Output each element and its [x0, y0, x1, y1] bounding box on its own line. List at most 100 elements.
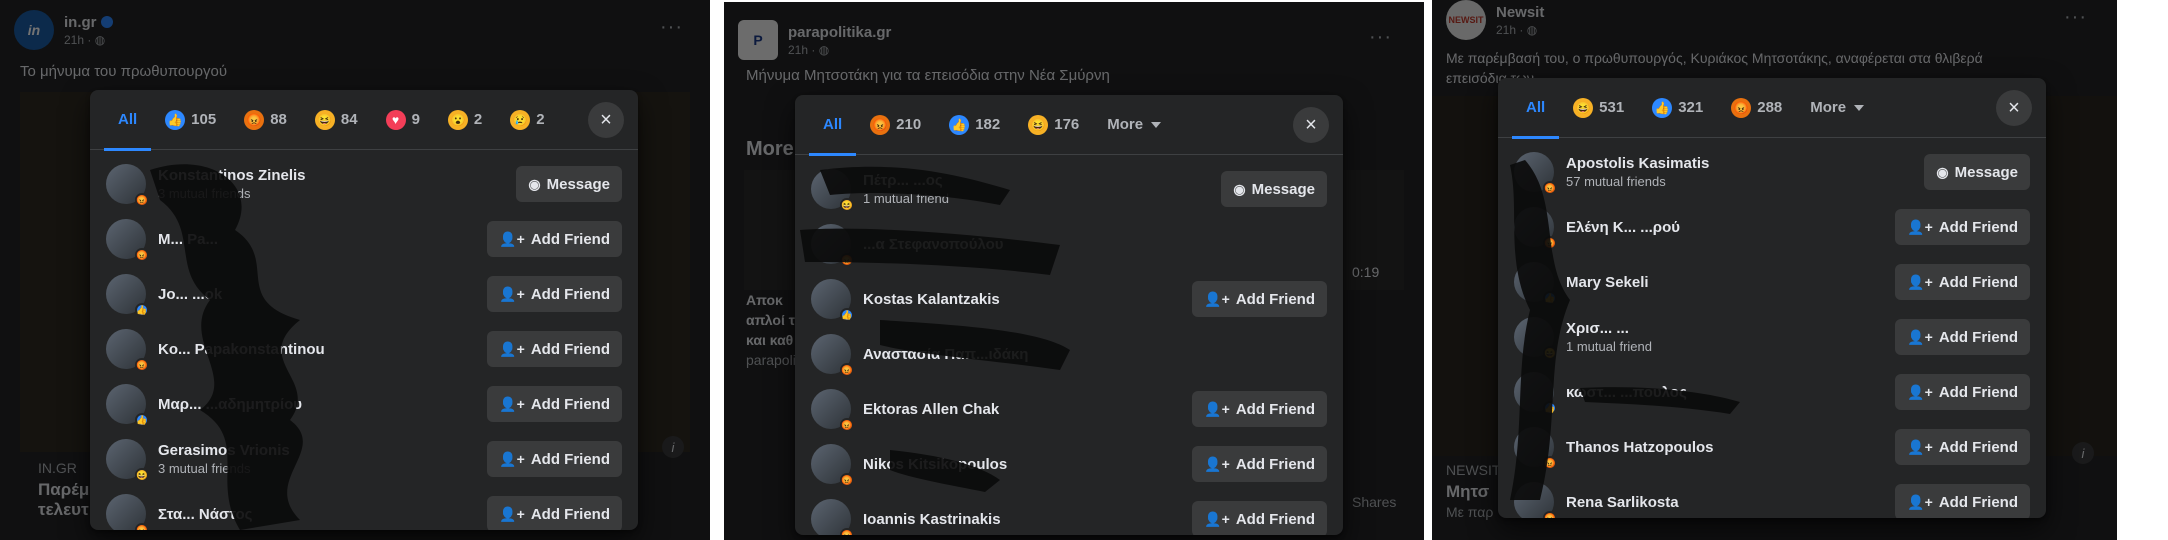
avatar[interactable]: 😡	[106, 164, 149, 207]
add-friend-button[interactable]: 👤+ Add Friend	[487, 496, 622, 530]
page-name[interactable]: parapolitika.gr	[788, 24, 891, 41]
person-name[interactable]: Mary Sekeli	[1566, 274, 1895, 291]
add-friend-button[interactable]: 👤+ Add Friend	[1192, 446, 1327, 482]
person-name[interactable]: Μαρ... ...αδημητρίου	[158, 396, 487, 413]
avatar[interactable]: 😆	[1514, 317, 1557, 360]
tab-all[interactable]: All	[809, 95, 857, 156]
add-friend-button[interactable]: 👤+ Add Friend	[1192, 391, 1327, 427]
person-name[interactable]: Jo... ...ok	[158, 286, 487, 303]
tab-sad[interactable]: 😢 2	[496, 90, 558, 150]
mutual-friends[interactable]: 1 mutual friend	[863, 191, 1221, 206]
avatar[interactable]: 😡	[811, 389, 854, 432]
avatar[interactable]: 😡	[106, 219, 149, 262]
related-text-1[interactable]: Αποκ	[746, 292, 783, 308]
tab-all[interactable]: All	[1512, 78, 1560, 139]
person-name[interactable]: Αναστασία Παπ...ιδάκη	[863, 346, 1327, 363]
tab-wow[interactable]: 😮 2	[434, 90, 496, 150]
tab-haha[interactable]: 😆 176	[1014, 95, 1093, 155]
avatar[interactable]: 😡	[811, 224, 854, 267]
message-button[interactable]: ◉ Message	[1924, 154, 2030, 190]
person-name[interactable]: Apostolis Kasimatis	[1566, 155, 1924, 172]
mutual-friends[interactable]: 3 mutual friends	[158, 461, 487, 476]
post-time[interactable]: 21h ·	[788, 43, 819, 57]
avatar[interactable]: 👍	[106, 274, 149, 317]
avatar[interactable]: 👍	[1514, 262, 1557, 305]
person-name[interactable]: Στα... Νάστος	[158, 506, 487, 523]
avatar[interactable]: 😡	[1514, 207, 1557, 250]
tab-like[interactable]: 👍 321	[1638, 78, 1717, 138]
post-time[interactable]: 21h ·	[64, 33, 95, 47]
close-icon[interactable]: ×	[1293, 107, 1329, 143]
person-name[interactable]: ...α Στεφανοπούλου	[863, 236, 1327, 253]
tab-angry[interactable]: 😡 210	[856, 95, 935, 155]
mutual-friends[interactable]: 3 mutual friends	[158, 186, 516, 201]
mutual-friends[interactable]: 1 mutual friend	[1566, 339, 1895, 354]
message-button[interactable]: ◉ Message	[1221, 171, 1327, 207]
info-icon[interactable]: i	[2072, 442, 2094, 464]
avatar[interactable]: 😡	[811, 334, 854, 377]
avatar[interactable]: 😡	[1514, 482, 1557, 518]
add-friend-button[interactable]: 👤+ Add Friend	[1895, 374, 2030, 410]
close-icon[interactable]: ×	[1996, 90, 2032, 126]
avatar[interactable]: 👍	[811, 279, 854, 322]
person-name[interactable]: Kostas Kalantzakis	[863, 291, 1192, 308]
add-friend-button[interactable]: 👤+ Add Friend	[487, 386, 622, 422]
person-name[interactable]: Ektoras Allen Chak	[863, 401, 1192, 418]
page-name[interactable]: Newsit	[1496, 4, 1544, 21]
tab-like[interactable]: 👍 182	[935, 95, 1014, 155]
tab-angry[interactable]: 😡 288	[1717, 78, 1796, 138]
avatar[interactable]: 👍	[1514, 372, 1557, 415]
person-name[interactable]: Ioannis Kastrinakis	[863, 511, 1192, 528]
link-title-line-2[interactable]: τελευτ	[38, 500, 89, 520]
link-title[interactable]: Μητσ	[1446, 482, 1489, 502]
shares-count[interactable]: Shares	[1352, 494, 1396, 510]
tab-all[interactable]: All	[104, 90, 152, 151]
tab-haha[interactable]: 😆 531	[1559, 78, 1638, 138]
add-friend-button[interactable]: 👤+ Add Friend	[487, 221, 622, 257]
avatar[interactable]: 😆	[106, 439, 149, 482]
tab-angry[interactable]: 😡 88	[230, 90, 301, 150]
tab-more-dropdown[interactable]: More	[1796, 78, 1878, 138]
tab-more-dropdown[interactable]: More	[1093, 95, 1175, 155]
page-logo[interactable]: NEWSIT	[1446, 0, 1486, 40]
avatar[interactable]: 😡	[1514, 427, 1557, 470]
person-name[interactable]: Rena Sarlikosta	[1566, 494, 1895, 511]
link-title-line-1[interactable]: Παρέμ	[38, 480, 89, 500]
page-logo[interactable]: P	[738, 20, 778, 60]
add-friend-button[interactable]: 👤+ Add Friend	[487, 331, 622, 367]
close-icon[interactable]: ×	[588, 102, 624, 138]
add-friend-button[interactable]: 👤+ Add Friend	[1895, 319, 2030, 355]
page-logo[interactable]: in	[14, 10, 54, 50]
add-friend-button[interactable]: 👤+ Add Friend	[1192, 501, 1327, 535]
avatar[interactable]: 😆	[811, 169, 854, 212]
person-name[interactable]: M... Pa...	[158, 231, 487, 248]
add-friend-button[interactable]: 👤+ Add Friend	[487, 441, 622, 477]
person-name[interactable]: Gerasimos Vrionis	[158, 442, 487, 459]
person-name[interactable]: Πέτρ... ...ος	[863, 172, 1221, 189]
person-name[interactable]: Χρισ... ...	[1566, 320, 1895, 337]
person-name[interactable]: Nikos Kitsikopoulos	[863, 456, 1192, 473]
tab-love[interactable]: ♥ 9	[372, 90, 434, 150]
add-friend-button[interactable]: 👤+ Add Friend	[487, 276, 622, 312]
tab-like[interactable]: 👍 105	[151, 90, 230, 150]
add-friend-button[interactable]: 👤+ Add Friend	[1895, 209, 2030, 245]
avatar[interactable]: 😡	[1514, 152, 1557, 195]
avatar[interactable]: 😡	[811, 444, 854, 487]
avatar[interactable]: 👍	[106, 384, 149, 427]
post-options-icon[interactable]: ···	[660, 16, 683, 39]
post-options-icon[interactable]: ···	[1369, 26, 1392, 49]
add-friend-button[interactable]: 👤+ Add Friend	[1895, 264, 2030, 300]
person-name[interactable]: Thanos Hatzopoulos	[1566, 439, 1895, 456]
avatar[interactable]: 😡	[106, 494, 149, 530]
person-name[interactable]: Ko... Papakonstantinou	[158, 341, 487, 358]
avatar[interactable]: 😡	[811, 499, 854, 535]
tab-haha[interactable]: 😆 84	[301, 90, 372, 150]
post-time[interactable]: 21h ·	[1496, 23, 1527, 37]
add-friend-button[interactable]: 👤+ Add Friend	[1192, 281, 1327, 317]
add-friend-button[interactable]: 👤+ Add Friend	[1895, 429, 2030, 465]
info-icon[interactable]: i	[662, 436, 684, 458]
avatar[interactable]: 😡	[106, 329, 149, 372]
related-text-3[interactable]: και καθ	[746, 332, 793, 348]
person-name[interactable]: Ελένη Κ... ...ρού	[1566, 219, 1895, 236]
add-friend-button[interactable]: 👤+ Add Friend	[1895, 484, 2030, 518]
